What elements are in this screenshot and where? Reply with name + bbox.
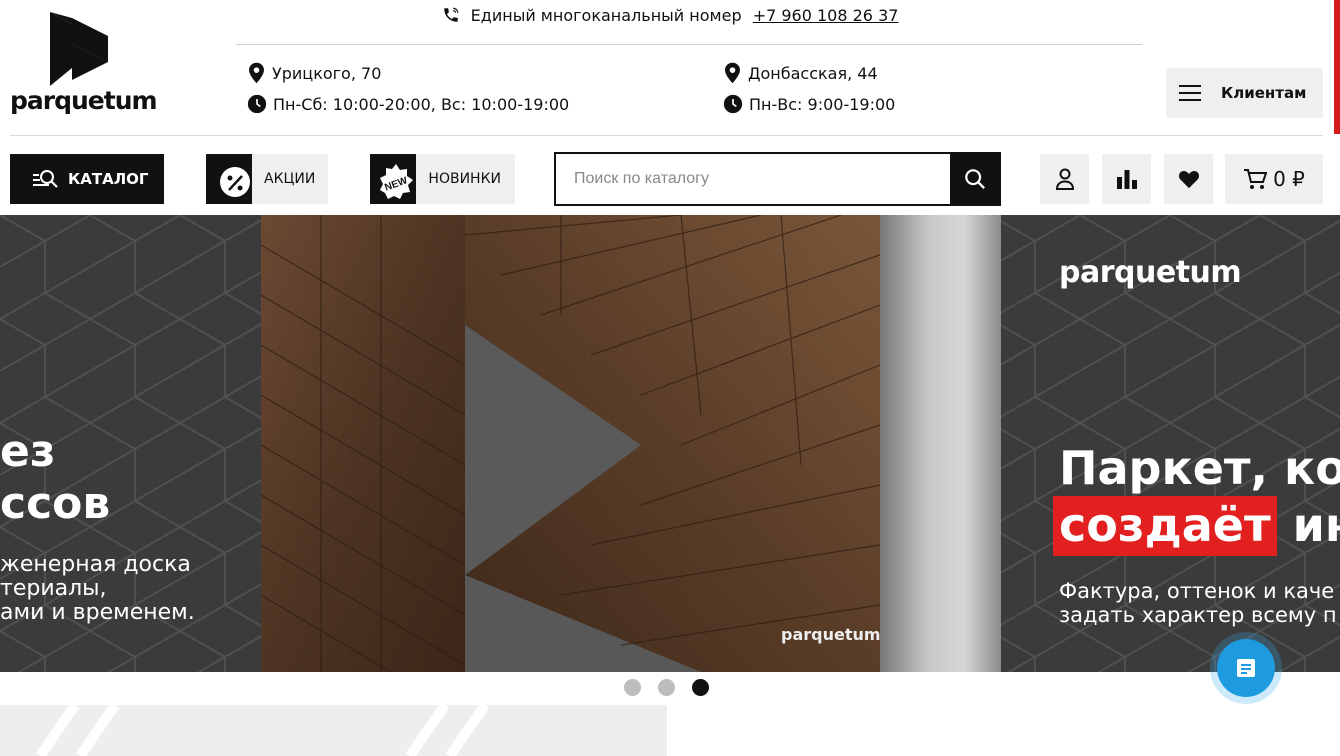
headline-highlight: создаёт [1053, 496, 1277, 556]
new-items-button[interactable]: NEW НОВИНКИ [370, 154, 515, 204]
slider-dot-1[interactable] [624, 679, 641, 696]
user-icon [1055, 168, 1074, 190]
watermark-logo: parquetum [781, 625, 881, 644]
new-items-label: НОВИНКИ [428, 171, 501, 187]
chat-icon [1237, 659, 1255, 677]
promo-label: АКЦИИ [264, 171, 316, 187]
header-divider [236, 44, 1142, 45]
search-input[interactable] [556, 154, 950, 204]
prev-slide-title-1: ез [0, 426, 56, 477]
store-hours-text: Пн-Вс: 9:00-19:00 [749, 94, 896, 114]
banner-description: Фактура, оттенок и каче задать характер … [1059, 579, 1337, 627]
cart-total: 0 ₽ [1273, 167, 1305, 191]
search-form [554, 152, 1001, 206]
banner-logo: parquetum [1059, 255, 1242, 290]
clients-menu-button[interactable]: Клиентам [1166, 68, 1323, 118]
clock-icon [247, 94, 267, 114]
catalog-button[interactable]: КАТАЛОГ [10, 154, 164, 204]
banner-headline-2: создаёт ин [1053, 496, 1340, 556]
percent-badge-icon [206, 154, 252, 204]
compare-chart-icon [1116, 170, 1137, 189]
heart-icon [1178, 170, 1199, 189]
hero-slider[interactable]: ез ссов женерная доска териалы, ами и вр… [0, 215, 1340, 672]
slide-transition-blur [880, 215, 1001, 672]
compare-button[interactable] [1102, 154, 1151, 204]
search-icon [964, 169, 985, 190]
store-address-1[interactable]: Урицкого, 70 [247, 61, 381, 85]
chat-widget-button[interactable] [1210, 632, 1282, 704]
catalog-search-icon [33, 170, 58, 188]
store-address-text: Донбасская, 44 [748, 63, 878, 83]
location-pin-icon [725, 62, 740, 84]
search-button[interactable] [950, 154, 999, 204]
phone-label: Единый многоканальный номер [470, 6, 742, 25]
promo-button[interactable]: АКЦИИ [206, 154, 328, 204]
headline-rest: ин [1292, 498, 1340, 552]
parquet-image [261, 215, 880, 672]
phone-number-link[interactable]: +7 960 108 26 37 [753, 6, 899, 25]
store-hours-text: Пн-Сб: 10:00-20:00, Вс: 10:00-19:00 [273, 94, 570, 114]
slider-dot-3[interactable] [692, 679, 709, 696]
banner-desc-1: Фактура, оттенок и каче [1059, 579, 1335, 603]
cart-button[interactable]: 0 ₽ [1225, 154, 1323, 204]
account-button[interactable] [1040, 154, 1089, 204]
slider-dot-2[interactable] [658, 679, 675, 696]
banner-headline: Паркет, кот [1059, 441, 1340, 495]
new-badge-icon: NEW [370, 154, 417, 204]
header-divider-2 [10, 135, 1323, 136]
favorites-button[interactable] [1164, 154, 1213, 204]
catalog-label: КАТАЛОГ [68, 170, 149, 188]
hamburger-icon [1179, 85, 1201, 101]
store-address-2[interactable]: Донбасская, 44 [723, 61, 878, 85]
prev-slide-title-2: ссов [0, 478, 111, 529]
store-address-text: Урицкого, 70 [272, 63, 382, 83]
decorative-stripes [35, 705, 490, 756]
prev-slide-sub-2: териалы, [0, 576, 107, 601]
cart-icon [1244, 169, 1268, 189]
banner-desc-2: задать характер всему п [1059, 603, 1337, 627]
prev-slide-sub-3: ами и временем. [0, 600, 195, 625]
store-hours-1: Пн-Сб: 10:00-20:00, Вс: 10:00-19:00 [247, 92, 569, 116]
phone-icon [442, 6, 460, 28]
store-hours-2: Пн-Вс: 9:00-19:00 [723, 92, 895, 116]
logo-text: parquetum [10, 86, 158, 115]
phone-row: Единый многоканальный номер +7 960 108 2… [0, 6, 1340, 28]
content-section-preview [0, 705, 667, 756]
clock-icon [723, 94, 743, 114]
prev-slide-sub-1: женерная доска [0, 552, 191, 577]
location-pin-icon [249, 62, 264, 84]
clients-label: Клиентам [1221, 84, 1307, 102]
